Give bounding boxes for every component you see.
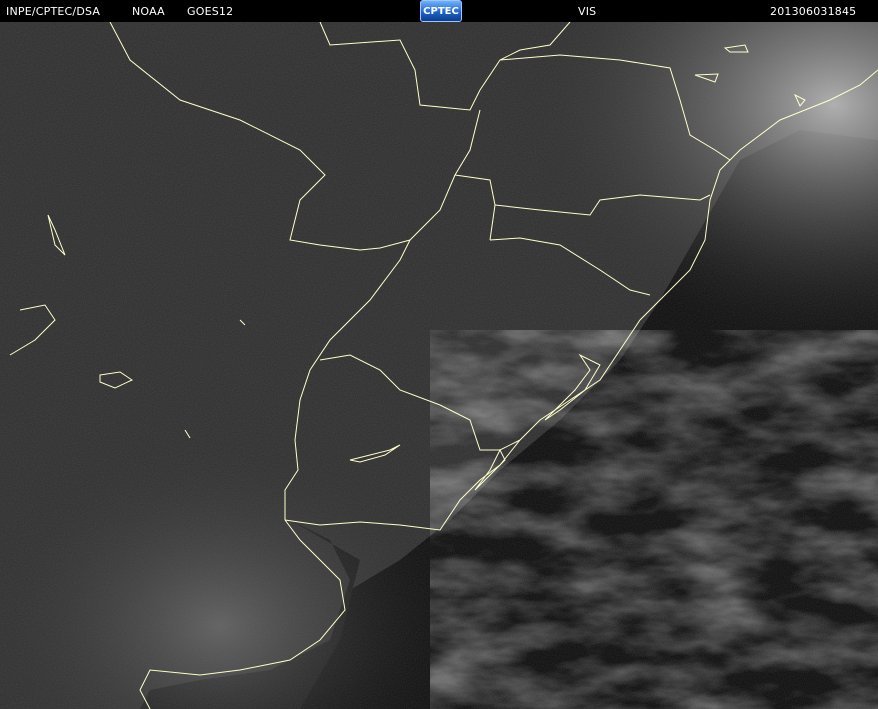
image-header-bar: INPE/CPTEC/DSA NOAA GOES12 CPTEC VIS 201…: [0, 0, 878, 22]
southwest-cloud-patch: [0, 22, 878, 709]
agency-label: INPE/CPTEC/DSA: [6, 5, 101, 18]
channel-label: VIS: [578, 5, 597, 18]
provider-label: NOAA: [132, 5, 165, 18]
satellite-label: GOES12: [187, 5, 234, 18]
timestamp-label: 201306031845: [770, 5, 857, 18]
cptec-logo: CPTEC: [420, 0, 462, 22]
satellite-image: [0, 22, 878, 709]
